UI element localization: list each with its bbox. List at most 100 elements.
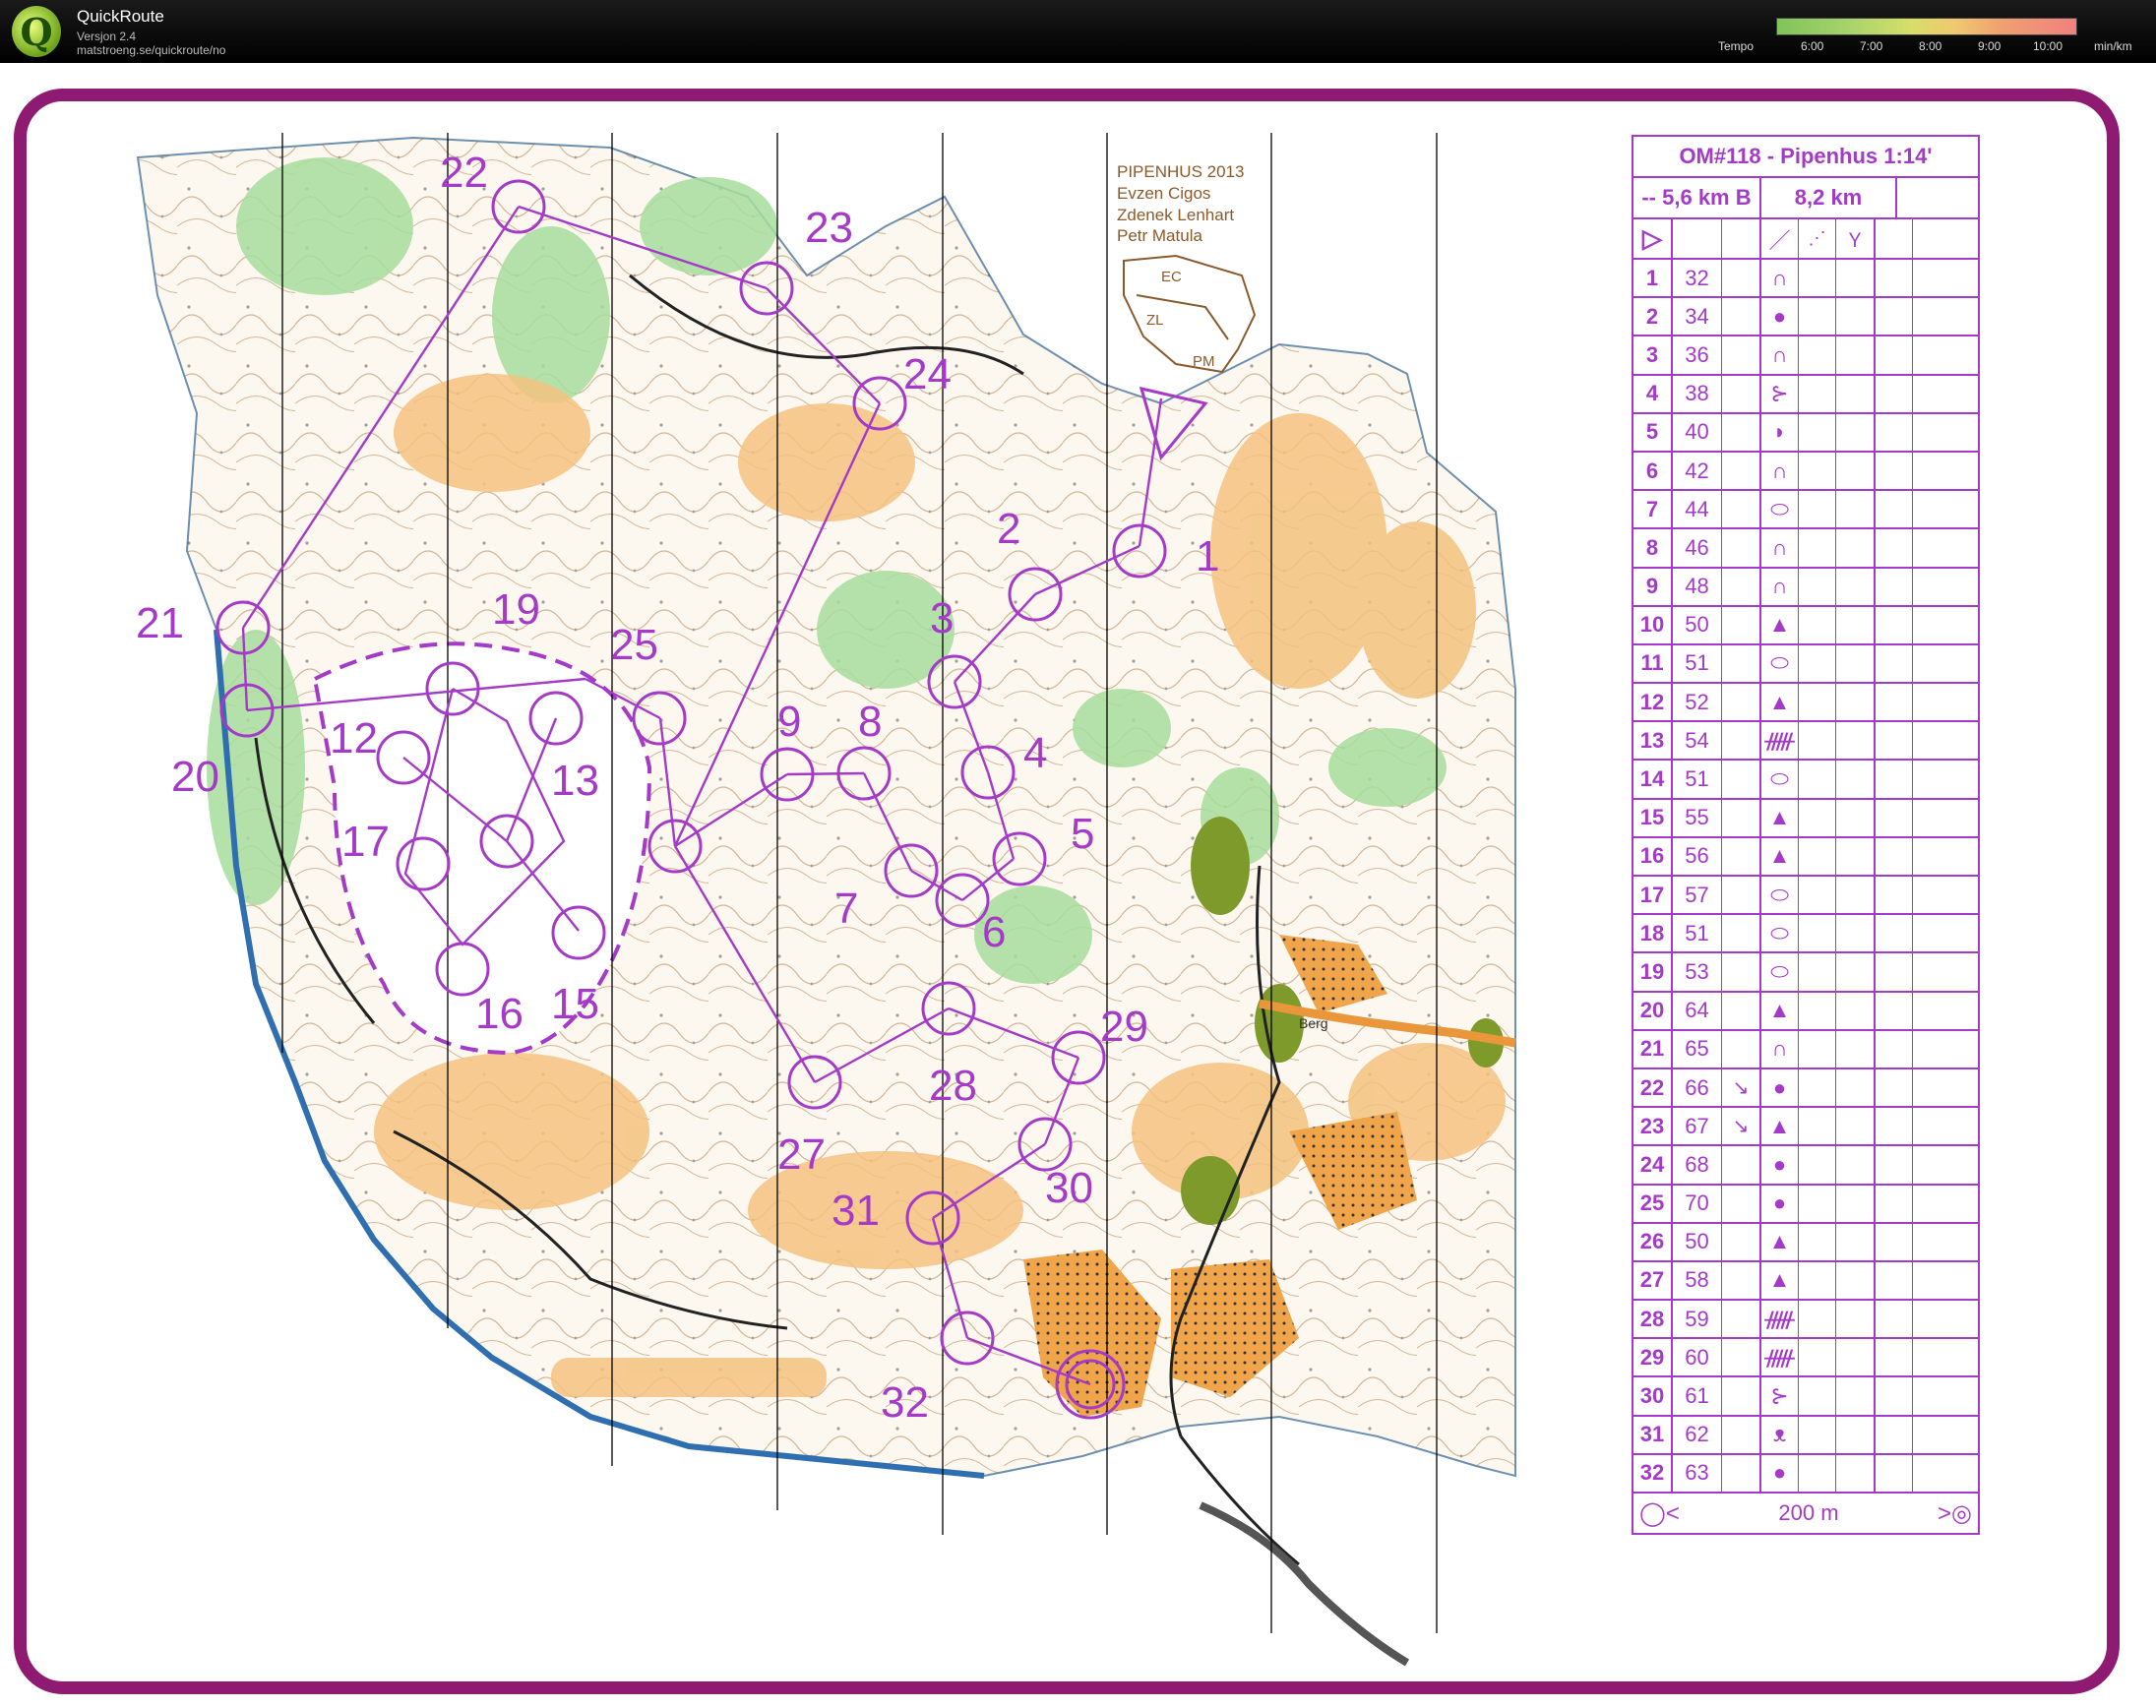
control-direction-icon [1722,298,1761,336]
control-code: 34 [1673,298,1722,336]
control-feature-icon: ⬭ [1761,761,1799,798]
control-code: 67 [1673,1108,1722,1145]
control-direction-icon [1722,761,1761,798]
control-sequence-number: 16 [1633,837,1673,875]
empty-cell [1799,1185,1836,1222]
empty-cell [1876,491,1913,528]
control-direction-icon [1722,452,1761,490]
control-sequence-number: 13 [1633,722,1673,760]
control-direction-icon [1722,1301,1761,1338]
control-description-row: 24 68 ● [1633,1146,1978,1186]
control-direction-icon [1722,529,1761,567]
empty-cell [1836,606,1876,643]
description-title: OM#118 - Pipenhus 1:14' [1633,137,1978,178]
empty-cell [1913,1069,1952,1106]
control-description-row: 20 64 ▲ [1633,992,1978,1031]
control-direction-icon [1722,1146,1761,1184]
empty-cell [1897,178,1978,217]
control-code: 42 [1673,452,1722,490]
control-direction-icon [1722,1261,1761,1300]
control-code: 51 [1673,644,1722,683]
control-code: 55 [1673,799,1722,836]
empty-cell [1876,684,1913,721]
empty-cell [1913,645,1952,682]
control-direction-icon [1722,877,1761,914]
control-sequence-number: 2 [1633,298,1673,336]
control-code: 44 [1673,491,1722,528]
control-description-row: 15 55 ▲ [1633,799,1978,838]
empty-cell [1913,877,1952,913]
control-feature-icon: ▲ [1761,1108,1799,1145]
empty-cell [1799,529,1836,567]
title-bar: Q QuickRoute Versjon 2.4 matstroeng.se/q… [0,0,2156,63]
control-feature-icon: ● [1761,1146,1799,1184]
control-feature-icon: ∩ [1761,452,1799,490]
control-description-row: 30 61 ⊱ [1633,1377,1978,1417]
empty-cell [1836,722,1876,760]
control-feature-icon: ∩ [1761,336,1799,374]
empty-cell [1876,1030,1913,1068]
empty-cell [1913,1186,1952,1222]
empty-cell [1913,260,1952,296]
empty-cell [1673,219,1722,258]
control-direction-icon [1722,799,1761,836]
control-direction-icon [1722,260,1761,297]
control-feature-icon: ᴥ [1761,1416,1799,1453]
control-direction-icon [1722,1416,1761,1453]
control-feature-icon: ● [1761,298,1799,336]
control-sequence-number: 14 [1633,761,1673,798]
empty-cell [1799,1377,1836,1415]
empty-cell [1836,1185,1876,1222]
control-sequence-number: 12 [1633,684,1673,721]
control-feature-icon: ᚏ [1761,1301,1799,1338]
control-description-row: 23 67 ↘ ▲ [1633,1108,1978,1147]
control-direction-icon [1722,684,1761,721]
control-sequence-number: 7 [1633,491,1673,528]
empty-cell [1836,915,1876,952]
tempo-tick: 6:00 [1801,39,1824,53]
empty-cell [1836,761,1876,798]
empty-cell [1836,1108,1876,1145]
control-direction-icon [1722,1339,1761,1376]
control-direction-icon [1722,1377,1761,1415]
empty-cell [1836,1454,1876,1492]
start-triangle-icon: ▷ [1633,219,1673,258]
empty-cell [1913,453,1952,489]
empty-cell [1836,992,1876,1029]
empty-cell [1799,413,1836,451]
app-url: matstroeng.se/quickroute/no [77,43,226,57]
tempo-tick: 9:00 [1978,39,2002,53]
control-direction-icon [1722,491,1761,528]
empty-cell [1836,1146,1876,1184]
control-description-row: 9 48 ∩ [1633,568,1978,607]
control-sequence-number: 4 [1633,375,1673,412]
empty-cell [1799,1030,1836,1068]
control-sequence-number: 26 [1633,1223,1673,1260]
empty-cell [1913,722,1952,759]
control-code: 59 [1673,1301,1722,1338]
control-direction-icon [1722,375,1761,412]
quickroute-logo-icon: Q [12,6,61,57]
tempo-tick: 8:00 [1919,39,1942,53]
control-code: 46 [1673,529,1722,567]
empty-cell [1836,799,1876,836]
empty-cell [1876,644,1913,683]
empty-cell [1876,1185,1913,1222]
empty-cell [1836,529,1876,567]
empty-cell [1799,298,1836,336]
empty-cell [1836,1261,1876,1300]
control-description-sheet: OM#118 - Pipenhus 1:14' -- 5,6 km B 8,2 … [1632,135,1980,1535]
control-sequence-number: 8 [1633,529,1673,567]
control-sequence-number: 30 [1633,1377,1673,1415]
control-sequence-number: 5 [1633,413,1673,451]
control-sequence-number: 15 [1633,799,1673,836]
empty-cell [1913,761,1952,797]
empty-cell [1913,1301,1952,1337]
empty-cell [1799,1146,1836,1184]
control-direction-icon [1722,915,1761,952]
control-feature-icon: ∩ [1761,568,1799,605]
control-code: 64 [1673,992,1722,1029]
finish-circle-icon: >◎ [1938,1499,1972,1527]
control-direction-icon [1722,1454,1761,1492]
empty-cell [1799,644,1836,683]
